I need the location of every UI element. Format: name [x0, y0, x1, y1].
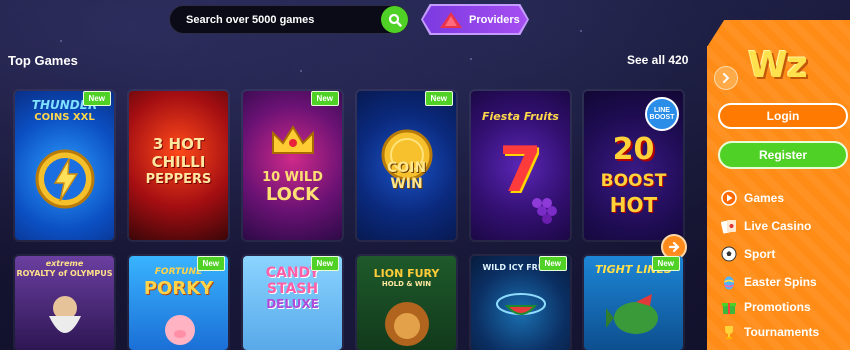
game-title-line3: HOT	[609, 193, 658, 217]
new-badge: New	[196, 256, 225, 271]
chevron-right-icon	[723, 73, 730, 83]
game-tile-10-wild-lock[interactable]: 10 WILD LOCK New	[243, 91, 342, 240]
game-tile-thunder-coins[interactable]: THUNDER COINS XXL New	[15, 91, 114, 240]
game-title-line2: STASH	[266, 281, 319, 297]
game-title-line2: BOOST	[600, 171, 667, 191]
section-title: Top Games	[8, 53, 78, 68]
search-button[interactable]	[381, 6, 408, 33]
sidebar-item-label: Easter Spins	[744, 275, 817, 289]
register-button[interactable]: Register	[718, 141, 848, 169]
new-badge: New	[424, 91, 453, 106]
line-boost-badge: LINE BOOST	[645, 97, 679, 131]
search-bar[interactable]: Search over 5000 games	[169, 5, 409, 34]
providers-button[interactable]: Providers	[423, 6, 527, 33]
providers-icon	[440, 12, 462, 28]
login-button[interactable]: Login	[718, 103, 848, 129]
game-title-line2: CHILLI	[151, 153, 206, 171]
search-input[interactable]: Search over 5000 games	[186, 14, 381, 26]
game-title-line1: 20	[612, 132, 655, 167]
play-icon	[720, 189, 738, 207]
pig-icon	[165, 315, 195, 345]
game-tile-tight-lines[interactable]: TIGHT LINES New	[584, 256, 683, 350]
providers-label: Providers	[469, 13, 520, 26]
game-tile-royalty-of-olympus[interactable]: extreme ROYALTY of OLYMPUS	[15, 256, 114, 350]
sidebar-collapse-button[interactable]	[714, 66, 738, 90]
game-title-line1: 10 WILD	[262, 170, 323, 185]
new-badge: New	[651, 256, 680, 271]
lightning-coin-icon	[35, 149, 95, 209]
game-title-line3: PEPPERS	[145, 172, 212, 187]
lion-icon	[385, 302, 429, 346]
sidebar-item-label: Live Casino	[744, 219, 812, 233]
new-badge: New	[310, 91, 339, 106]
crown-icon	[272, 125, 314, 154]
new-badge: New	[538, 256, 567, 271]
sidebar-item-label: Games	[744, 191, 785, 205]
game-title-line3: DELUXE	[266, 297, 319, 311]
game-tile-coin-win[interactable]: COIN WIN New	[357, 91, 456, 240]
new-badge: New	[310, 256, 339, 271]
sidebar-item-easter-spins[interactable]: Easter Spins	[720, 272, 817, 292]
gift-icon	[720, 298, 738, 316]
sidebar-item-tournaments[interactable]: Tournaments	[720, 322, 819, 342]
watermelon-icon	[496, 293, 546, 315]
game-tile-candy-stash-deluxe[interactable]: CANDY STASH DELUXE New	[243, 256, 342, 350]
game-title-line2: 7	[498, 133, 543, 206]
game-tile-fortune-porky[interactable]: FORTUNE PORKY New	[129, 256, 228, 350]
new-badge: New	[82, 91, 111, 106]
game-tile-lion-fury[interactable]: LION FURY HOLD & WIN	[357, 256, 456, 350]
game-title-line2: WIN	[390, 176, 423, 192]
game-title-line2: COINS XXL	[34, 112, 95, 123]
easter-egg-icon	[720, 273, 738, 291]
game-title-line1: 3 HOT	[152, 135, 205, 153]
brand-logo[interactable]: Wz	[748, 45, 808, 86]
sidebar-item-sport[interactable]: Sport	[720, 244, 775, 264]
game-title-line1: extreme	[45, 259, 84, 268]
game-tile-20-boost-hot[interactable]: LINE BOOST 20 BOOST HOT	[584, 91, 683, 240]
game-title-line1: LION FURY	[373, 267, 440, 280]
game-tile-3-hot-chilli-peppers[interactable]: 3 HOT CHILLI PEPPERS	[129, 91, 228, 240]
game-title-line1: COIN	[386, 160, 427, 176]
sidebar-item-games[interactable]: Games	[720, 188, 784, 208]
game-title-line2: HOLD & WIN	[381, 280, 432, 288]
search-icon	[388, 13, 402, 27]
game-title-line1: Fiesta Fruits	[482, 110, 559, 123]
sidebar-item-live-casino[interactable]: Live Casino	[720, 216, 811, 236]
sidebar-item-label: Tournaments	[744, 325, 820, 339]
sidebar-item-label: Sport	[744, 247, 776, 261]
game-title-line2: PORKY	[143, 278, 214, 299]
see-all-link[interactable]: See all 420	[627, 53, 688, 67]
soccer-ball-icon	[720, 245, 738, 263]
grapes-icon	[532, 198, 557, 224]
cards-icon	[720, 217, 738, 235]
game-tile-wild-icy-fruits[interactable]: WILD ICY FRUITS New	[471, 256, 570, 350]
sidebar-item-label: Promotions	[744, 300, 811, 314]
game-title-line2: LOCK	[265, 184, 320, 205]
zeus-icon	[49, 296, 81, 333]
game-title-line2: ROYALTY of OLYMPUS	[16, 269, 113, 278]
fish-icon	[606, 294, 658, 334]
trophy-icon	[720, 323, 738, 341]
game-tile-fiesta-fruits[interactable]: Fiesta Fruits 7	[471, 91, 570, 240]
arrow-right-icon	[668, 241, 680, 253]
sidebar-item-promotions[interactable]: Promotions	[720, 297, 811, 317]
